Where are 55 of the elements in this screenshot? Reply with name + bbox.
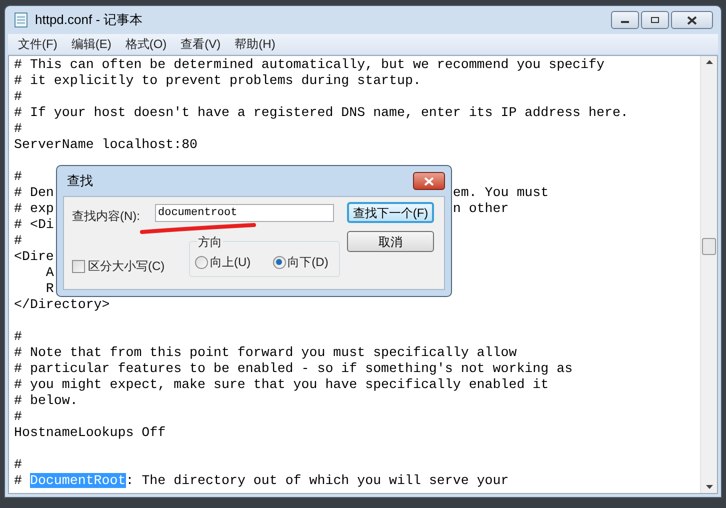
code-line: # bbox=[14, 409, 22, 425]
code-line: # you might expect, make sure that you have specifically enabled it bbox=[14, 377, 549, 393]
notepad-icon bbox=[13, 12, 29, 28]
radio-label: 向下(D) bbox=[288, 254, 328, 271]
scroll-down-icon[interactable] bbox=[706, 485, 712, 489]
close-icon bbox=[424, 176, 434, 186]
code-line: em. You must bbox=[452, 185, 549, 201]
code-line: <Dire bbox=[14, 249, 54, 265]
close-button[interactable] bbox=[671, 11, 713, 29]
minimize-button[interactable] bbox=[611, 11, 639, 29]
menu-item[interactable]: 文件(F) bbox=[12, 35, 64, 53]
code-line: # particular features to be enabled - so if something's not working as bbox=[14, 361, 573, 377]
close-button[interactable] bbox=[413, 172, 445, 190]
menu-item[interactable]: 查看(V) bbox=[174, 35, 227, 53]
code-line: </Directory> bbox=[14, 297, 110, 313]
find-label: 查找内容(N): bbox=[72, 208, 140, 225]
code-line: # bbox=[14, 457, 22, 473]
code-line: # below. bbox=[14, 393, 78, 409]
cancel-button[interactable]: 取消 bbox=[347, 231, 434, 252]
radio-button[interactable] bbox=[195, 256, 208, 268]
match-case-label: 区分大小写(C) bbox=[88, 258, 165, 275]
window-title: httpd.conf - 记事本 bbox=[35, 11, 143, 30]
scroll-thumb[interactable] bbox=[702, 238, 716, 255]
code-line: HostnameLookups Off bbox=[14, 425, 166, 441]
maximize-icon bbox=[650, 16, 660, 24]
code-line: # bbox=[14, 121, 22, 137]
code-line: # it explicitly to prevent problems during startup. bbox=[14, 73, 421, 89]
code-line: # This can often be determined automatically, but we recommend you specify bbox=[14, 57, 604, 73]
radio-label: 向上(U) bbox=[210, 254, 251, 271]
code-line: # If your host doesn't have a registered DNS name, enter its IP address here. bbox=[14, 105, 628, 121]
vertical-scrollbar[interactable] bbox=[700, 56, 717, 493]
code-line: A bbox=[44, 265, 54, 281]
code-line: # DocumentRoot: The directory out of which you will serve your bbox=[14, 473, 509, 489]
close-icon bbox=[687, 16, 697, 24]
code-line: ServerName localhost:80 bbox=[14, 137, 198, 153]
find-next-button[interactable]: 查找下一个(F) bbox=[347, 202, 434, 223]
code-line: # exp bbox=[14, 201, 54, 216]
scroll-up-icon[interactable] bbox=[706, 60, 712, 64]
code-line: # Den bbox=[14, 185, 54, 200]
code-line: n other bbox=[452, 201, 509, 217]
code-line: # bbox=[14, 233, 22, 249]
menu-item[interactable]: 帮助(H) bbox=[228, 35, 282, 53]
code-line: R bbox=[44, 281, 54, 297]
code-line: # bbox=[14, 169, 22, 185]
match-case-checkbox[interactable] bbox=[72, 260, 85, 272]
code-line: # bbox=[14, 329, 22, 345]
find-input-field[interactable]: documentroot bbox=[155, 204, 334, 222]
code-line: # bbox=[14, 89, 22, 105]
code-line: # <Di bbox=[14, 217, 54, 233]
menu-item[interactable]: 编辑(E) bbox=[65, 35, 118, 53]
dialog-title: 查找 bbox=[66, 172, 93, 190]
radio-button[interactable] bbox=[272, 256, 286, 268]
maximize-button[interactable] bbox=[641, 11, 669, 29]
code-line: # Note that from this point forward you must specifically allow bbox=[14, 345, 517, 361]
menu-item[interactable]: 格式(O) bbox=[119, 35, 173, 53]
